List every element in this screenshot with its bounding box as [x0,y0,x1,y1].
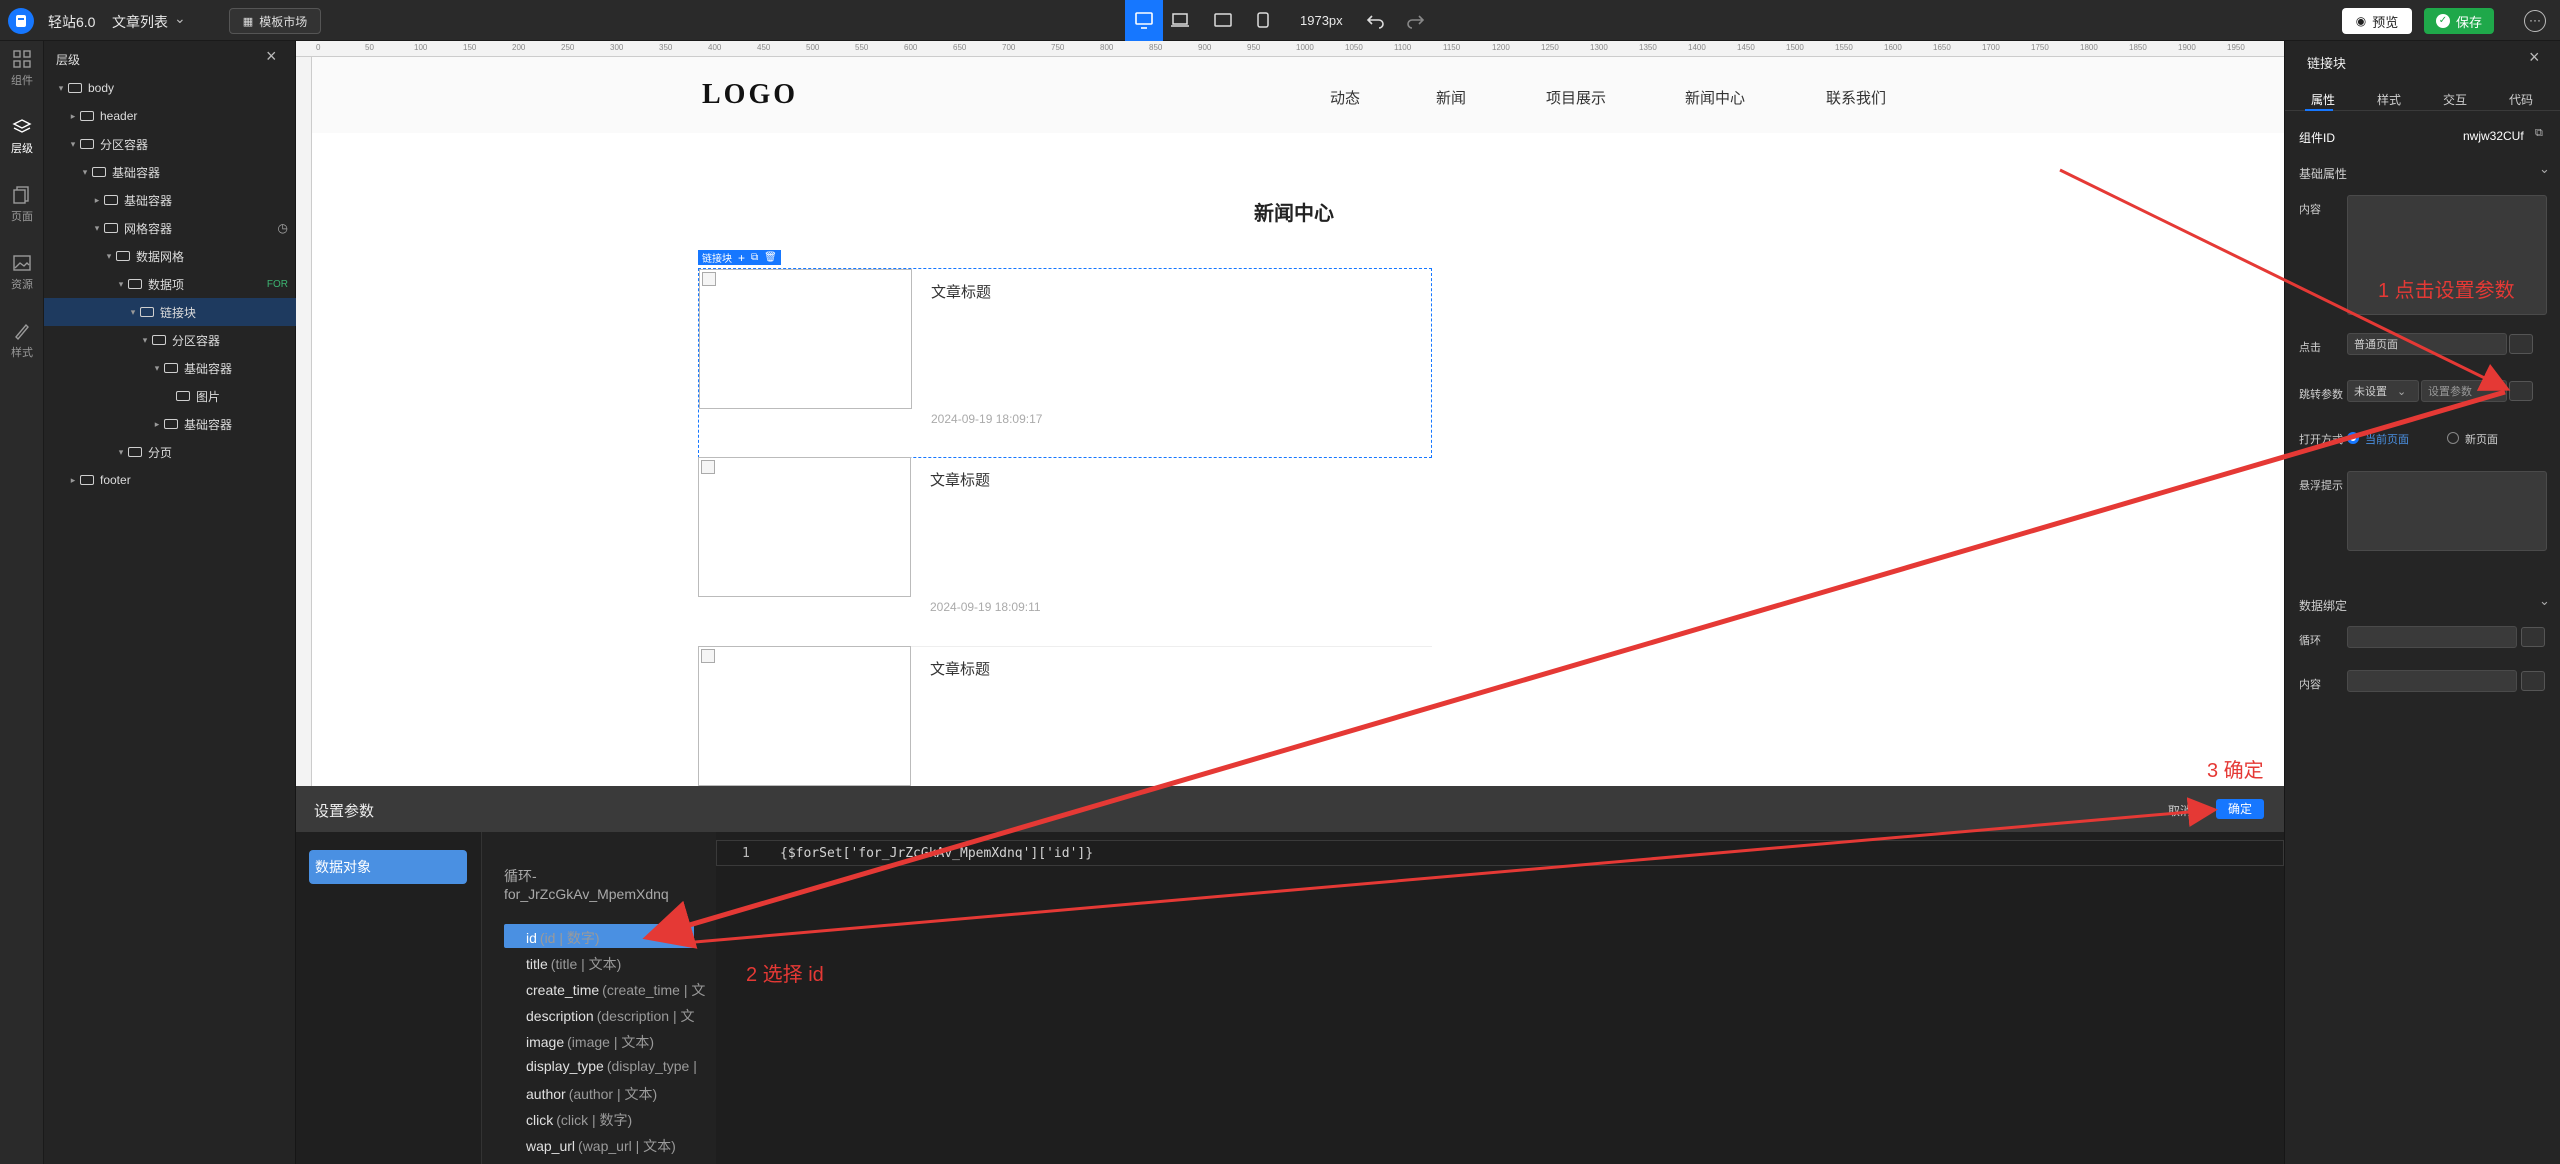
arrow-to-id [642,389,2506,949]
annotation-step2: 2 选择 id [746,964,824,986]
annotation-step1: 1 点击设置参数 [2378,280,2515,302]
arrow-step3 [694,797,2218,944]
annotation-arrows [642,168,2511,949]
annotation-step3: 3 确定 [2207,760,2264,782]
